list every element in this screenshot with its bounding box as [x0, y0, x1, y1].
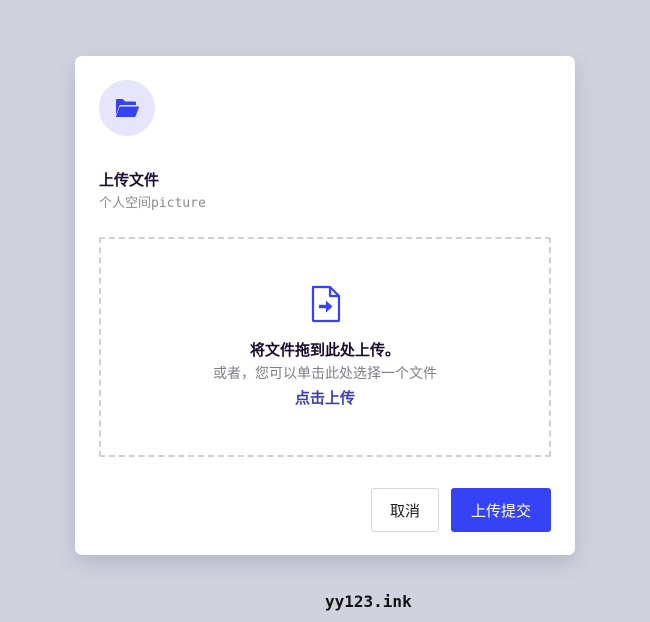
click-upload-link[interactable]: 点击上传	[101, 388, 549, 408]
watermark-text: yy123.ink	[325, 592, 412, 611]
dialog-title: 上传文件	[99, 171, 160, 189]
upload-dialog: 上传文件 个人空间picture 将文件拖到此处上传。 或者，您可以单击此处选择…	[75, 56, 575, 555]
dropzone-instruction: 将文件拖到此处上传。	[249, 341, 400, 359]
dialog-subtitle: 个人空间picture	[99, 196, 206, 211]
file-dropzone[interactable]: 将文件拖到此处上传。 或者，您可以单击此处选择一个文件 点击上传	[99, 237, 551, 457]
header-icon-badge	[99, 80, 155, 136]
submit-upload-button[interactable]: 上传提交	[451, 488, 551, 532]
folder-open-icon	[116, 99, 139, 117]
dropzone-hint: 或者，您可以单击此处选择一个文件	[213, 366, 437, 382]
cancel-button[interactable]: 取消	[371, 488, 439, 532]
file-upload-icon	[311, 285, 341, 323]
